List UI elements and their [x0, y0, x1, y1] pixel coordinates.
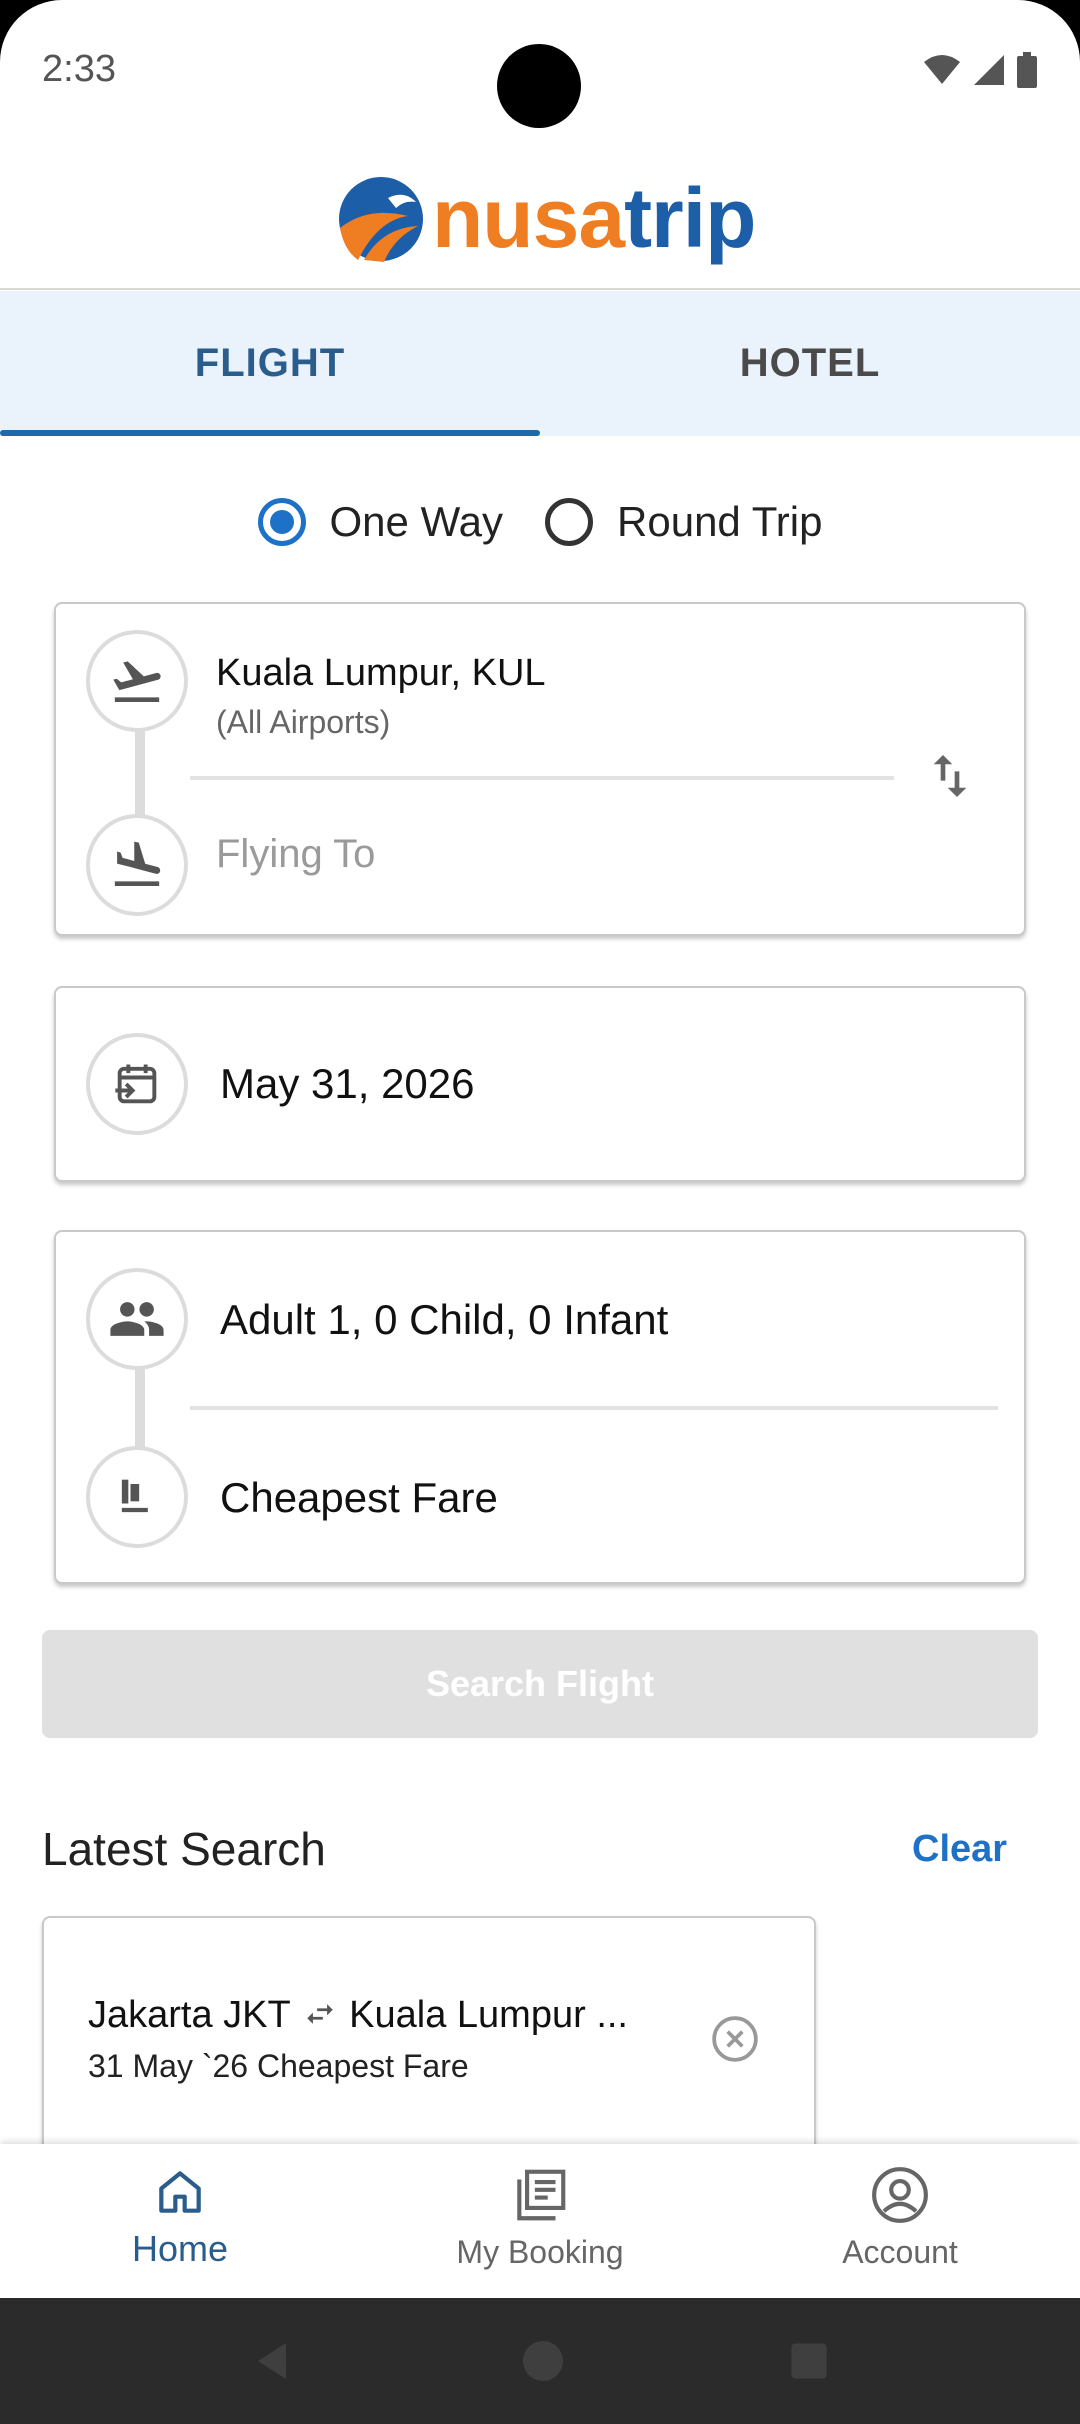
one-way-label: One Way	[329, 498, 504, 545]
trip-type-selector: One Way Round Trip	[0, 498, 1080, 546]
search-flight-button[interactable]: Search Flight	[42, 1630, 1038, 1738]
clear-history-button[interactable]: Clear	[912, 1828, 1007, 1871]
logo-text-trip: trip	[624, 171, 756, 265]
nav-my-booking[interactable]: My Booking	[360, 2144, 720, 2298]
origin-airports: (All Airports)	[216, 704, 391, 740]
round-trip-option[interactable]: Round Trip	[545, 498, 822, 546]
logo-text: nusatrip	[432, 170, 756, 267]
nav-home-label: Home	[131, 2228, 229, 2269]
home-icon	[159, 2171, 201, 2213]
passenger-count[interactable]: Adult 1, 0 Child, 0 Infant	[220, 1296, 668, 1344]
passenger-card: Adult 1, 0 Child, 0 Infant Cheapest Fare	[54, 1230, 1026, 1584]
camera-cutout	[497, 44, 581, 128]
status-bar: 2:33	[0, 0, 1080, 140]
tab-hotel[interactable]: HOTEL	[540, 291, 1080, 436]
logo-emblem-icon	[339, 176, 423, 262]
flight-land-icon	[114, 841, 161, 886]
logo-text-nusa: nusa	[432, 171, 625, 265]
origin-city[interactable]: Kuala Lumpur, KUL	[216, 652, 546, 695]
nav-account-label: Account	[842, 2234, 958, 2270]
seat-icon	[121, 1479, 148, 1513]
home-circle-icon[interactable]	[519, 2337, 567, 2385]
people-icon	[110, 1302, 164, 1336]
route-divider	[190, 776, 894, 780]
departure-date[interactable]: May 31, 2026	[220, 1060, 475, 1108]
round-trip-label: Round Trip	[617, 498, 823, 545]
nav-my-booking-label: My Booking	[456, 2234, 624, 2270]
latest-search-route: Jakarta JKT Kuala Lumpur ...	[88, 1994, 628, 2037]
booking-icon	[517, 2169, 566, 2221]
fare-icon-wrap	[86, 1446, 188, 1548]
passenger-icon-wrap	[86, 1268, 188, 1370]
route-connector	[135, 724, 145, 824]
account-icon	[872, 2167, 928, 2223]
latest-search-from: Jakarta JKT	[88, 1994, 291, 2036]
swap-route-button[interactable]	[918, 744, 982, 808]
recents-icon[interactable]	[788, 2340, 830, 2382]
wifi-icon	[924, 55, 960, 84]
product-tabs: FLIGHT HOTEL	[0, 291, 1080, 436]
nav-account[interactable]: Account	[720, 2144, 1080, 2298]
tab-flight[interactable]: FLIGHT	[0, 291, 540, 436]
date-icon-wrap	[86, 1033, 188, 1135]
flight-takeoff-icon	[113, 661, 161, 702]
remove-circle-icon[interactable]	[710, 2014, 760, 2064]
route-card: Kuala Lumpur, KUL (All Airports) Flying …	[54, 602, 1026, 936]
one-way-option[interactable]: One Way	[257, 498, 504, 546]
battery-icon	[1017, 52, 1037, 88]
calendar-icon	[115, 1064, 157, 1104]
bottom-navigation: Home My Booking Account	[0, 2144, 1080, 2298]
status-time: 2:33	[42, 48, 116, 90]
swap-horiz-icon	[306, 2004, 333, 2024]
system-navigation-bar	[0, 2298, 1080, 2424]
back-icon[interactable]	[250, 2337, 298, 2385]
latest-search-detail: 31 May `26 Cheapest Fare	[88, 2048, 469, 2084]
round-trip-radio[interactable]	[545, 498, 594, 546]
app-header: nusatrip	[0, 140, 1080, 290]
status-icons	[922, 52, 1038, 88]
app-screen: 2:33 nusatrip FLIGHT HOTEL One Way Round…	[0, 0, 1080, 2424]
swap-vertical-icon	[933, 755, 967, 797]
signal-icon	[974, 55, 1004, 85]
destination-field[interactable]: Flying To	[216, 832, 375, 877]
nusatrip-logo: nusatrip	[338, 170, 756, 267]
latest-search-to: Kuala Lumpur ...	[349, 1994, 628, 2036]
destination-icon-wrap	[86, 814, 188, 916]
latest-search-item[interactable]: Jakarta JKT Kuala Lumpur ... 31 May `26 …	[42, 1916, 816, 2176]
date-card[interactable]: May 31, 2026	[54, 986, 1026, 1182]
nav-home[interactable]: Home	[0, 2144, 360, 2298]
origin-icon-wrap	[86, 630, 188, 732]
one-way-radio[interactable]	[257, 498, 306, 546]
latest-search-title: Latest Search	[42, 1823, 326, 1875]
fare-class[interactable]: Cheapest Fare	[220, 1474, 498, 1522]
passenger-divider	[190, 1406, 998, 1410]
